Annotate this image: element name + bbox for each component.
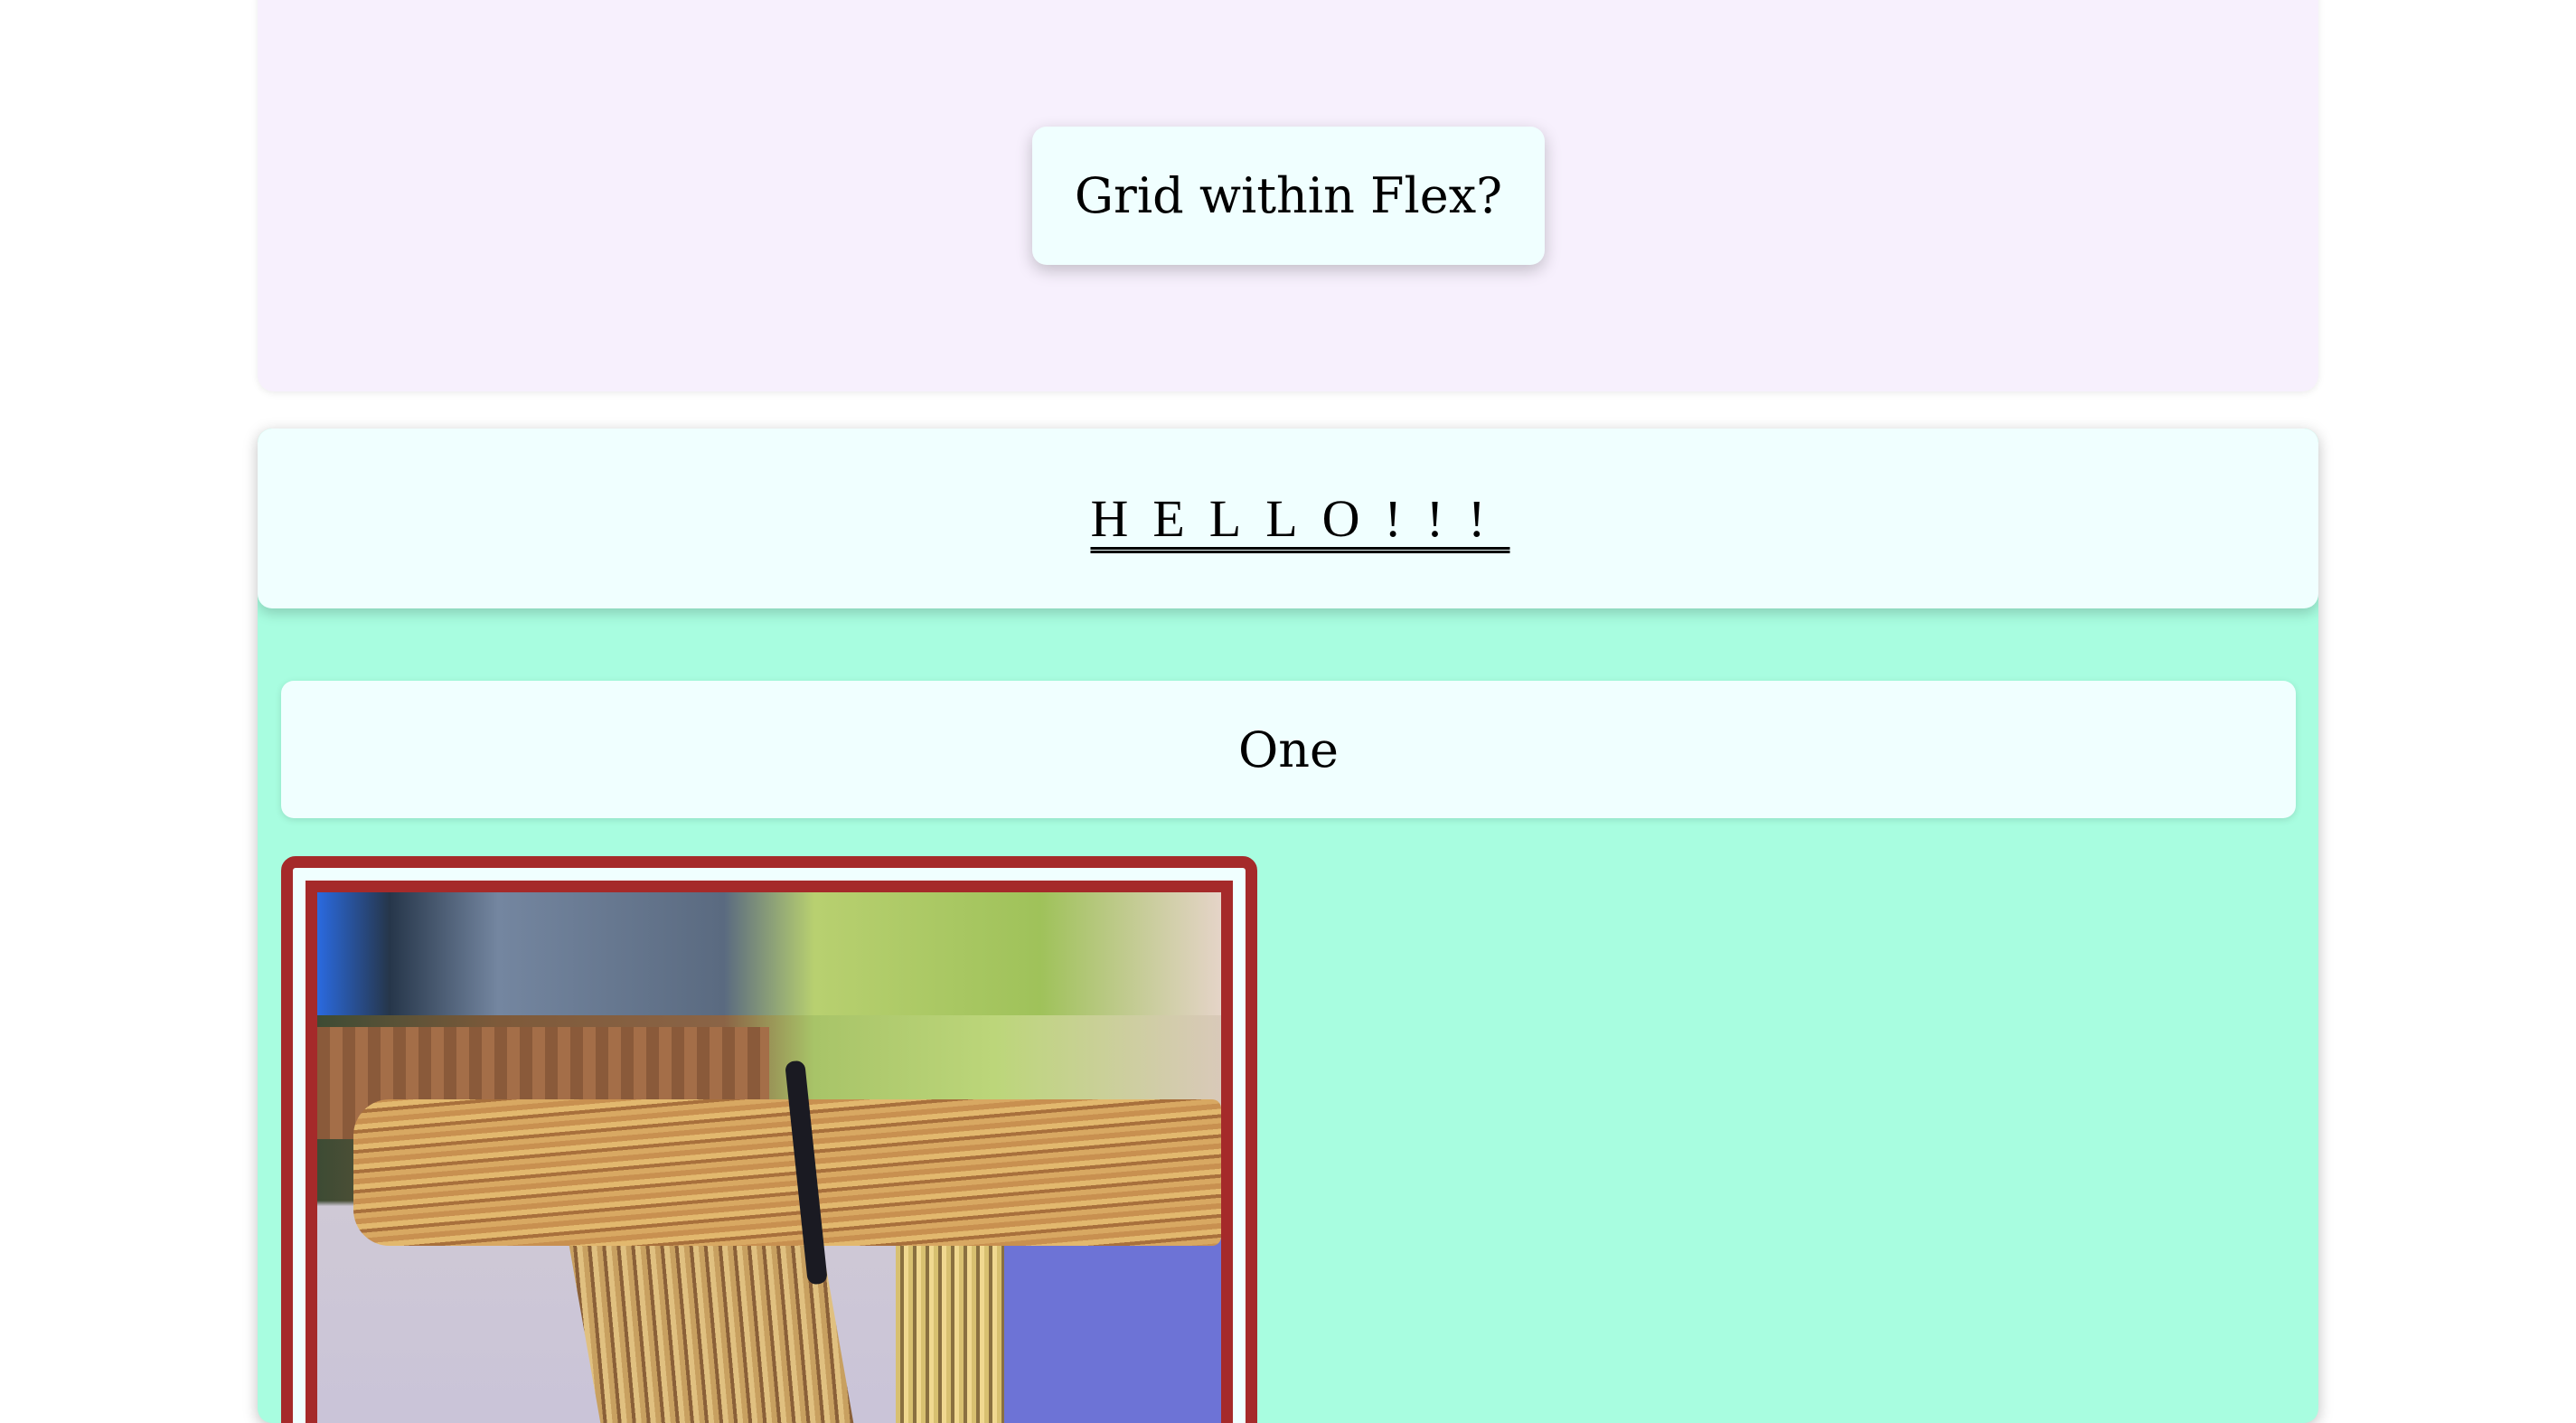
page-title: Grid within Flex? (1074, 167, 1503, 224)
photo-background (317, 892, 1221, 1016)
photo-stick-bundle (353, 1099, 1221, 1246)
title-box: Grid within Flex? (1032, 127, 1545, 265)
section-heading: HELLO!!! (1090, 489, 1510, 548)
grid-item-label: One (1237, 721, 1339, 778)
section-header: HELLO!!! (258, 429, 2318, 608)
willow-bundle-photo (317, 892, 1221, 1423)
image-frame (281, 856, 1257, 1423)
grid-item-one: One (281, 681, 2296, 818)
photo-stick-bundle (896, 1239, 1004, 1423)
content-section: HELLO!!! One (258, 429, 2318, 1423)
image-inner-border (306, 881, 1233, 1423)
